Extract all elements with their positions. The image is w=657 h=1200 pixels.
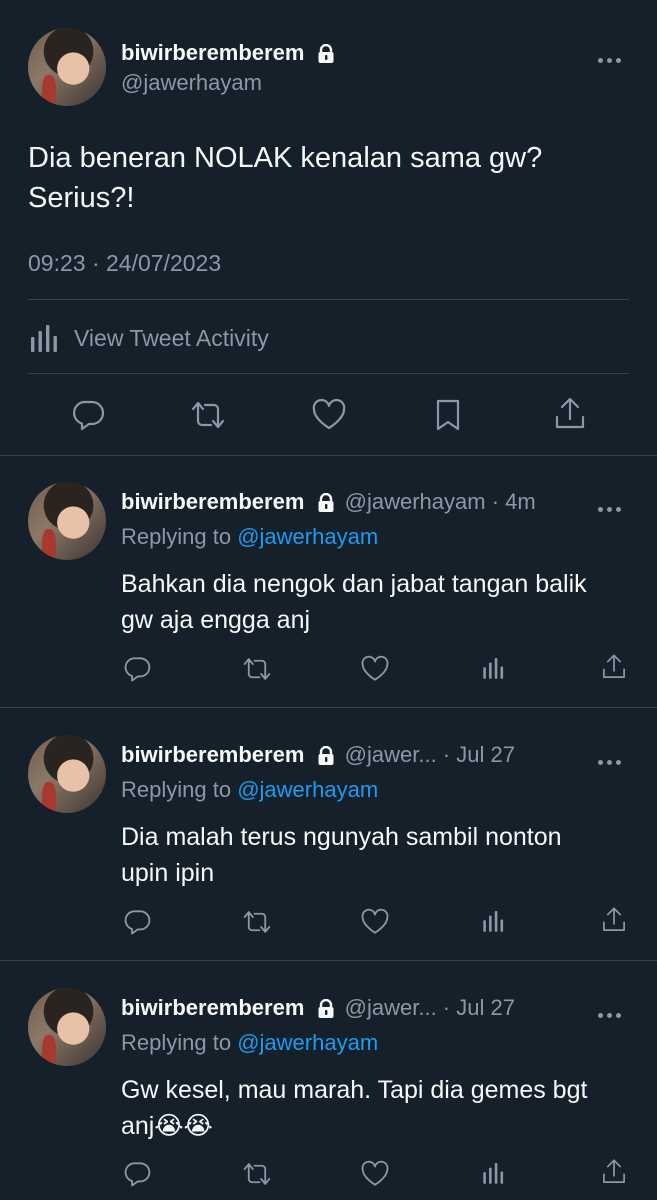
avatar[interactable]: [28, 28, 106, 106]
analytics-icon[interactable]: [481, 1160, 507, 1186]
share-icon[interactable]: [600, 906, 628, 934]
retweet-icon[interactable]: [188, 398, 228, 432]
divider: [0, 455, 657, 456]
analytics-icon: [28, 323, 62, 353]
reply-icon[interactable]: [122, 1160, 152, 1188]
reply-text: Gw kesel, mau marah. Tapi dia gemes bgt …: [121, 1076, 588, 1140]
tweet-timestamp[interactable]: 09:23 · 24/07/2023: [28, 250, 221, 277]
divider: [28, 299, 629, 300]
retweet-icon[interactable]: [240, 655, 274, 683]
more-options-icon[interactable]: [598, 752, 625, 770]
replying-to: Replying to @jawerhayam: [121, 1030, 379, 1055]
avatar[interactable]: [28, 988, 106, 1066]
mention-link[interactable]: @jawerhayam: [237, 524, 378, 549]
display-name[interactable]: biwirberemberem: [121, 40, 304, 65]
more-options-icon[interactable]: [598, 50, 625, 68]
share-icon[interactable]: [600, 653, 628, 681]
more-options-icon[interactable]: [598, 499, 625, 517]
tweet-text: Dia beneran NOLAK kenalan sama gw? Seriu…: [28, 142, 543, 214]
reply-text: Dia malah terus ngunyah sambil nonton up…: [121, 823, 562, 887]
divider: [0, 960, 657, 961]
lock-icon: [317, 44, 335, 64]
handle-time[interactable]: @jawer... · Jul 27: [345, 995, 515, 1020]
like-icon[interactable]: [359, 655, 391, 683]
reply-icon[interactable]: [70, 398, 106, 432]
display-name[interactable]: biwirberemberem: [121, 742, 304, 767]
divider: [28, 373, 629, 374]
like-icon[interactable]: [310, 398, 348, 432]
bookmark-icon[interactable]: [433, 397, 463, 433]
more-options-icon[interactable]: [598, 1005, 625, 1023]
divider: [0, 707, 657, 708]
replying-to: Replying to @jawerhayam: [121, 524, 379, 549]
view-tweet-activity[interactable]: View Tweet Activity: [28, 322, 269, 354]
like-icon[interactable]: [359, 1160, 391, 1188]
reply-text: Bahkan dia nengok dan jabat tangan balik…: [121, 570, 587, 634]
display-name[interactable]: biwirberemberem: [121, 995, 304, 1020]
reply-icon[interactable]: [122, 655, 152, 683]
reply-icon[interactable]: [122, 908, 152, 936]
handle-time[interactable]: @jawer... · Jul 27: [345, 742, 515, 767]
avatar[interactable]: [28, 735, 106, 813]
analytics-icon[interactable]: [481, 908, 507, 934]
mention-link[interactable]: @jawerhayam: [237, 777, 378, 802]
share-icon[interactable]: [600, 1158, 628, 1186]
lock-icon: [317, 746, 335, 766]
like-icon[interactable]: [359, 908, 391, 936]
replying-to: Replying to @jawerhayam: [121, 777, 379, 802]
handle[interactable]: @jawerhayam: [121, 70, 262, 96]
display-name[interactable]: biwirberemberem: [121, 489, 304, 514]
retweet-icon[interactable]: [240, 908, 274, 936]
avatar[interactable]: [28, 482, 106, 560]
mention-link[interactable]: @jawerhayam: [237, 1030, 378, 1055]
retweet-icon[interactable]: [240, 1160, 274, 1188]
lock-icon: [317, 493, 335, 513]
lock-icon: [317, 999, 335, 1019]
share-icon[interactable]: [552, 396, 588, 432]
handle-time[interactable]: @jawerhayam · 4m: [345, 489, 536, 514]
analytics-icon[interactable]: [481, 655, 507, 681]
